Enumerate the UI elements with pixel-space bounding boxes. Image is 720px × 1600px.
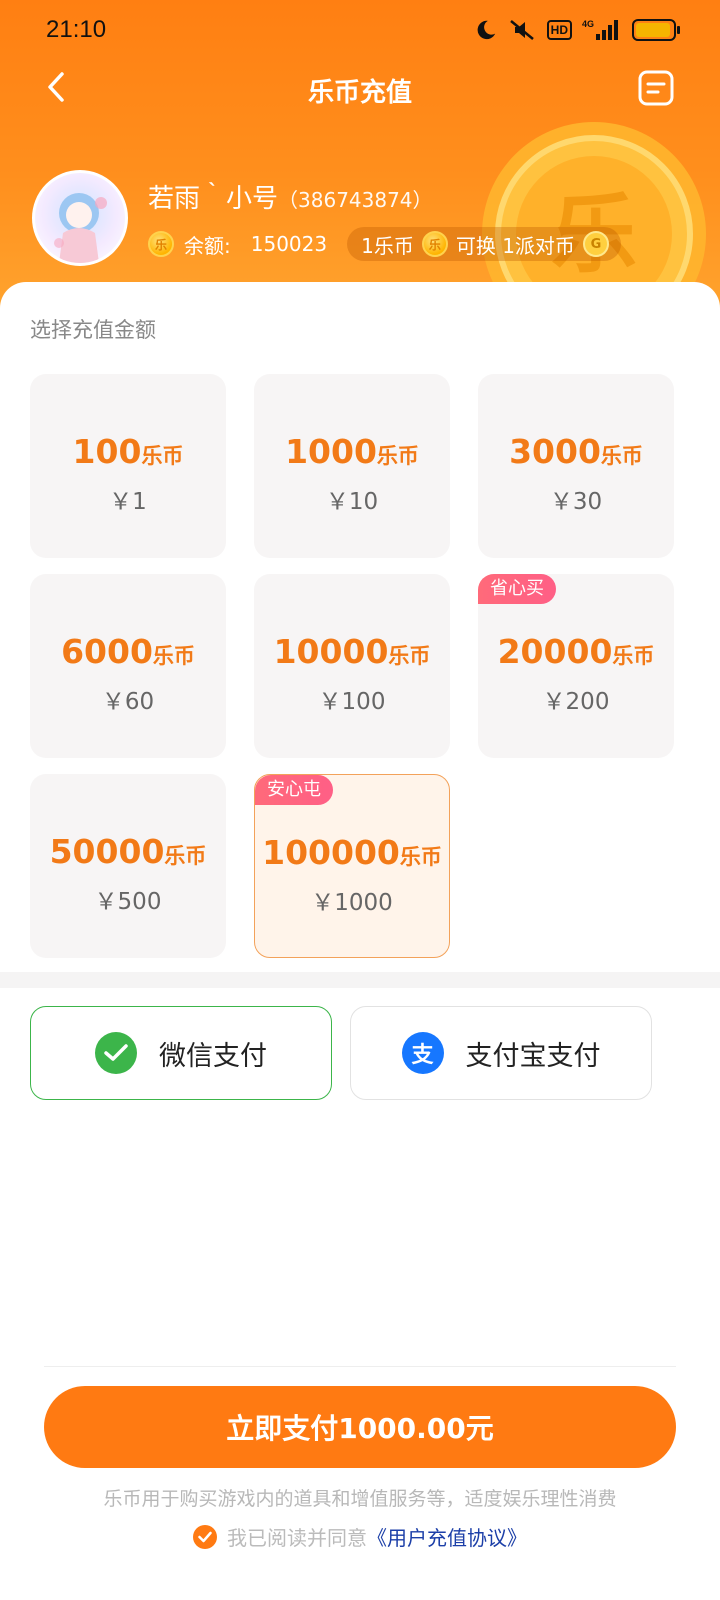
package-card-selected[interactable]: 安心屯 100000乐币 ￥1000 — [254, 774, 450, 958]
alipay-icon: 支 — [401, 1032, 444, 1074]
package-card[interactable]: 3000乐币 ￥30 — [478, 374, 674, 558]
package-amount: 20000 — [497, 632, 613, 671]
party-coin-icon: G — [582, 231, 609, 257]
alipay-label: 支付宝支付 — [465, 1040, 601, 1072]
package-amount: 100000 — [262, 833, 400, 872]
battery-fill — [636, 23, 671, 37]
hd-badge: HD — [546, 20, 572, 40]
status-time: 21:10 — [46, 16, 107, 43]
pay-now-button[interactable]: 立即支付1000.00元 — [44, 1386, 676, 1468]
balance-row: 乐 余额: 150023 1乐币 乐 可换 1派对币 G — [148, 226, 621, 262]
bottom-divider — [44, 1366, 676, 1367]
package-card[interactable]: 100乐币 ￥1 — [30, 374, 226, 558]
exchange-rate-pill: 1乐币 乐 可换 1派对币 G — [347, 227, 621, 261]
status-bar: 21:10 HD 4G — [0, 0, 720, 62]
package-unit: 乐币 — [164, 844, 207, 868]
agreement-link[interactable]: 《用户充值协议》 — [367, 1522, 527, 1551]
package-amount: 3000 — [509, 432, 601, 471]
package-card[interactable]: 6000乐币 ￥60 — [30, 574, 226, 758]
package-amount: 6000 — [61, 632, 153, 671]
user-name: 若雨｀小号（386743874） — [148, 178, 433, 215]
records-button[interactable] — [636, 68, 676, 108]
agreement-checkbox[interactable] — [193, 1524, 217, 1549]
network-type: 4G — [582, 19, 594, 29]
package-unit: 乐币 — [600, 444, 643, 468]
balance-value: 150023 — [250, 232, 328, 256]
package-price: ￥100 — [318, 689, 386, 715]
package-unit: 乐币 — [376, 444, 419, 468]
package-price: ￥60 — [101, 689, 155, 715]
package-coins: 6000乐币 — [30, 632, 226, 671]
recharge-panel: 选择充值金额 100乐币 ￥1 1000乐币 ￥10 3000乐币 ￥30 60… — [0, 282, 720, 1600]
package-price: ￥1000 — [311, 890, 393, 916]
package-price: ￥10 — [325, 489, 379, 515]
package-amount: 10000 — [273, 632, 389, 671]
header: 乐 21:10 HD 4G 乐币充值 — [0, 0, 720, 320]
avatar-image — [54, 193, 107, 263]
package-tag: 省心买 — [478, 574, 556, 604]
package-tag: 安心屯 — [255, 775, 333, 805]
rate-coin-icon: 乐 — [421, 231, 448, 257]
package-unit: 乐币 — [399, 845, 442, 869]
package-coins: 100乐币 — [30, 432, 226, 471]
package-price: ￥1 — [109, 489, 147, 515]
balance-label: 余额: — [184, 233, 231, 258]
package-coins: 10000乐币 — [254, 632, 450, 671]
package-coins: 50000乐币 — [30, 832, 226, 871]
wechat-icon — [95, 1032, 137, 1074]
rate-right: 可换 1派对币 — [455, 233, 575, 258]
check-icon — [198, 1531, 212, 1542]
package-coins: 20000乐币 — [478, 632, 674, 671]
moon-icon — [477, 20, 495, 40]
signal-icon: 4G — [582, 19, 618, 40]
agreement-text: 我已阅读并同意 — [227, 1526, 367, 1550]
battery-icon — [632, 19, 680, 41]
package-card[interactable]: 50000乐币 ￥500 — [30, 774, 226, 958]
package-coins: 1000乐币 — [254, 432, 450, 471]
package-unit: 乐币 — [388, 644, 431, 668]
wechat-pay-button[interactable]: 微信支付 — [30, 1006, 332, 1100]
wechat-pay-label: 微信支付 — [159, 1040, 267, 1072]
user-id: （386743874） — [278, 188, 433, 212]
mute-icon — [509, 20, 534, 40]
package-unit: 乐币 — [141, 444, 184, 468]
package-amount: 50000 — [49, 832, 165, 871]
package-coins: 3000乐币 — [478, 432, 674, 471]
package-price: ￥500 — [94, 889, 162, 915]
nav-bar: 乐币充值 — [0, 62, 720, 118]
status-icons: HD 4G — [475, 18, 680, 42]
package-card[interactable]: 1000乐币 ￥10 — [254, 374, 450, 558]
package-coins: 100000乐币 — [255, 833, 449, 872]
package-card[interactable]: 10000乐币 ￥100 — [254, 574, 450, 758]
package-unit: 乐币 — [612, 644, 655, 668]
avatar[interactable] — [32, 170, 128, 266]
coin-icon: 乐 — [148, 231, 174, 257]
agreement-row: 我已阅读并同意 《用户充值协议》 — [0, 1522, 720, 1551]
section-divider — [0, 972, 720, 988]
user-nickname: 若雨｀小号 — [148, 184, 279, 214]
alipay-button[interactable]: 支 支付宝支付 — [350, 1006, 652, 1100]
package-amount: 1000 — [285, 432, 377, 471]
package-price: ￥200 — [542, 689, 610, 715]
disclaimer-text: 乐币用于购买游戏内的道具和增值服务等，适度娱乐理性消费 — [103, 1488, 617, 1510]
rate-left: 1乐币 — [361, 233, 414, 258]
package-unit: 乐币 — [152, 644, 195, 668]
package-card[interactable]: 省心买 20000乐币 ￥200 — [478, 574, 674, 758]
package-price: ￥30 — [549, 489, 603, 515]
package-amount: 100 — [72, 432, 142, 471]
page-title: 乐币充值 — [307, 78, 412, 108]
section-label: 选择充值金额 — [30, 318, 156, 342]
